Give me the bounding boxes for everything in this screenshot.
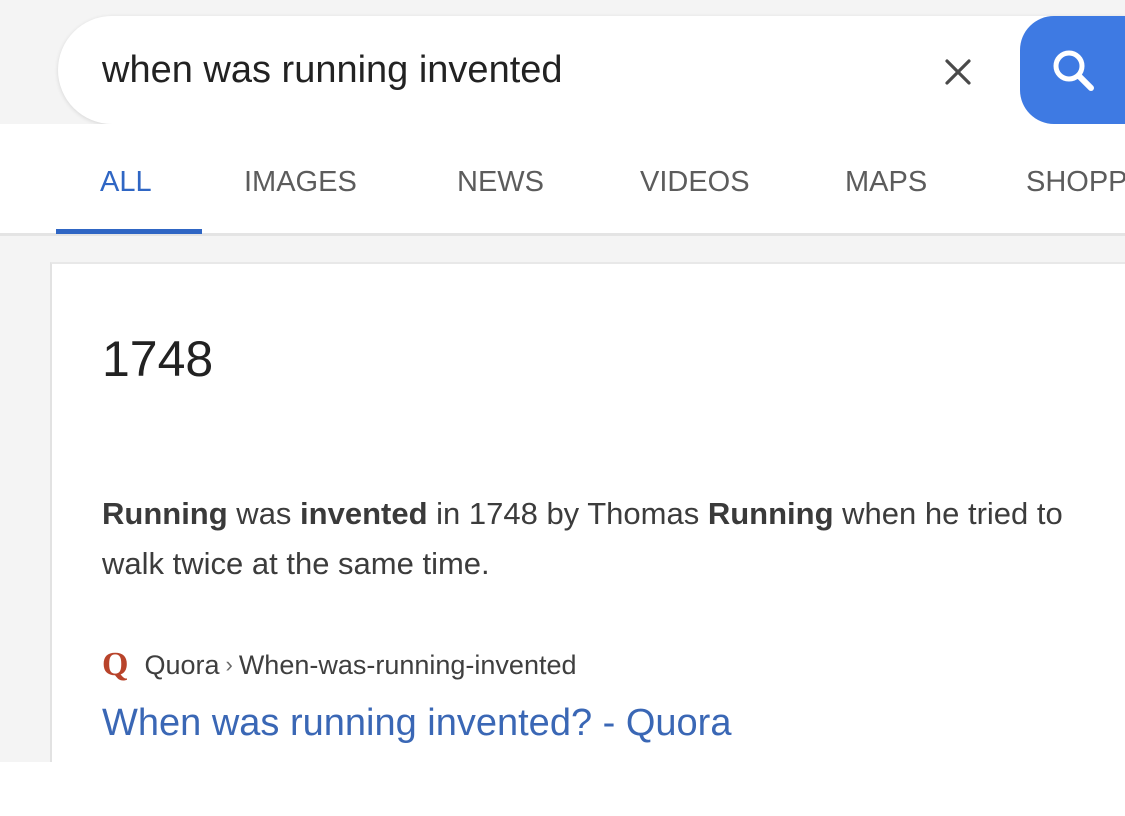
featured-snippet-card: 1748 Running was invented in 1748 by Tho…	[50, 262, 1125, 762]
snippet-text-part: was	[227, 496, 301, 531]
tab-images[interactable]: IMAGES	[244, 166, 357, 199]
tab-news[interactable]: NEWS	[457, 166, 544, 199]
source-path: When-was-running-invented	[238, 649, 577, 680]
search-results-page: ALL IMAGES NEWS VIDEOS MAPS SHOPP 1748 R…	[0, 0, 1125, 816]
tab-shopping[interactable]: SHOPP	[1026, 166, 1125, 199]
search-button[interactable]	[1020, 16, 1125, 124]
tab-maps[interactable]: MAPS	[845, 166, 927, 199]
search-icon	[1053, 50, 1094, 91]
answer-title: 1748	[102, 331, 214, 387]
search-bar	[58, 16, 1125, 124]
snippet-text-part: in 1748 by Thomas	[427, 496, 708, 531]
snippet-bold-running: Running	[102, 496, 228, 531]
snippet-bold-running: Running	[707, 496, 834, 531]
clear-search-button[interactable]	[932, 46, 984, 98]
snippet-bold-invented: invented	[300, 496, 428, 531]
tab-videos[interactable]: VIDEOS	[640, 166, 750, 199]
search-tabs: ALL IMAGES NEWS VIDEOS MAPS SHOPP	[0, 124, 1125, 236]
quora-logo-icon: Q	[102, 646, 129, 683]
page-background	[0, 762, 1125, 816]
source-breadcrumb: Q Quora › When-was-running-invented	[102, 645, 577, 685]
source-site: Quora	[144, 649, 220, 680]
tab-all[interactable]: ALL	[100, 166, 152, 199]
result-title-link[interactable]: When was running invented? - Quora	[102, 702, 731, 745]
breadcrumb-separator: ›	[225, 652, 233, 677]
active-tab-indicator	[56, 229, 202, 234]
snippet-text: Running was invented in 1748 by Thomas R…	[102, 489, 1102, 589]
search-input[interactable]	[102, 42, 922, 98]
close-icon	[945, 59, 971, 85]
